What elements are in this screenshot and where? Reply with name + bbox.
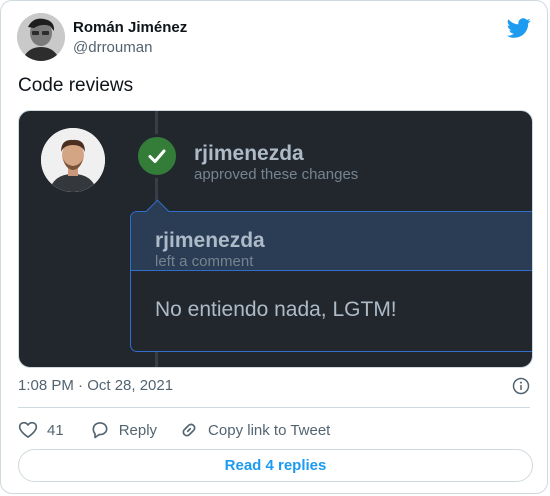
approval-action: approved these changes [194,166,359,183]
divider [18,407,530,408]
tweet-actions: 41 Reply Copy link to Tweet [18,418,352,442]
tweet-card: Román Jiménez @drrouman Code reviews rji… [0,0,548,494]
twitter-bird-icon[interactable] [507,16,531,40]
tweet-media-image[interactable]: rjimenezda approved these changes rjimen… [18,110,533,368]
heart-icon [18,421,38,438]
author-info: Román Jiménez @drrouman [73,18,187,58]
like-button[interactable]: 41 [18,420,64,440]
author-avatar[interactable] [17,13,65,61]
comment-body: No entiendo nada, LGTM! [155,298,397,321]
copy-link-label: Copy link to Tweet [208,421,331,439]
approved-badge [135,134,179,178]
reviewer-avatar [41,128,105,192]
info-icon[interactable] [512,377,530,395]
comment-action: left a comment [155,253,254,270]
tweet-text: Code reviews [18,75,134,96]
comment-user: rjimenezda [155,229,265,252]
comment-header: rjimenezda left a comment [131,212,532,271]
read-replies-button[interactable]: Read 4 replies [18,449,533,482]
reply-label: Reply [118,421,158,439]
link-icon [182,423,196,437]
author-name[interactable]: Román Jiménez [73,18,187,38]
approval-user: rjimenezda [194,142,304,165]
like-count: 41 [47,421,64,439]
tweet-header: Román Jiménez @drrouman [17,13,531,63]
copy-link-button[interactable]: Copy link to Tweet [179,420,330,440]
approval-text: rjimenezda approved these changes [194,142,380,183]
reply-bubble-icon [92,422,108,439]
author-handle[interactable]: @drrouman [73,38,187,58]
check-icon [148,149,166,163]
comment-header-text: rjimenezda left a comment [155,229,275,270]
review-comment: rjimenezda left a comment No entiendo na… [130,199,532,352]
tweet-timestamp[interactable]: 1:08 PM · Oct 28, 2021 [18,377,173,394]
reply-button[interactable]: Reply [90,420,157,440]
